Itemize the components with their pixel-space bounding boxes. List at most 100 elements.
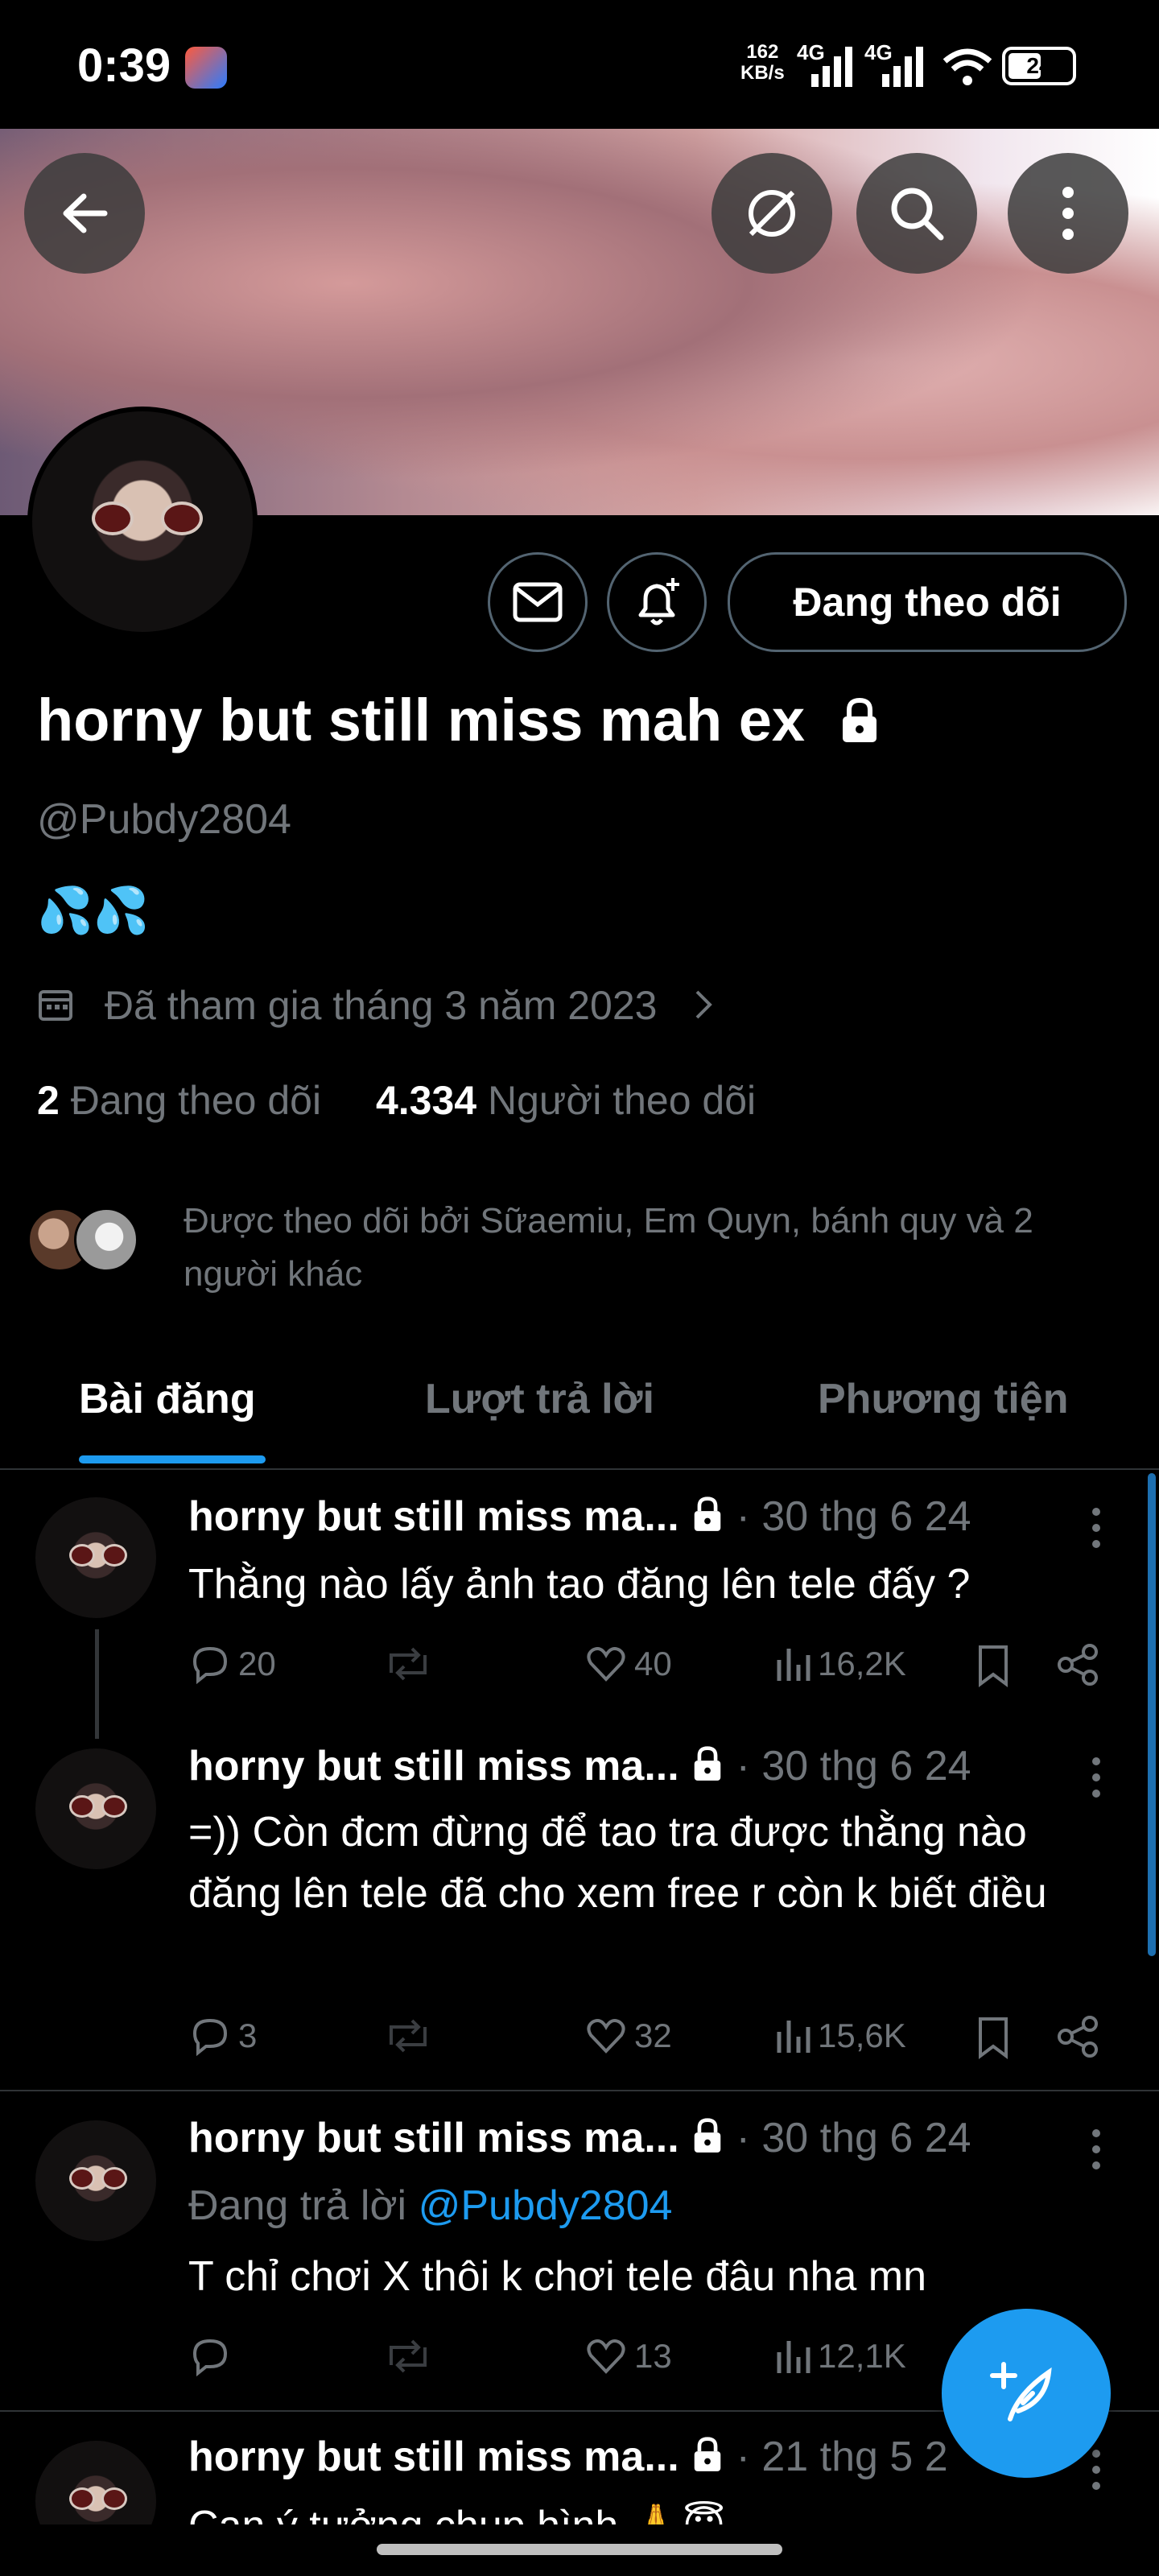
app-notification-icon: [185, 47, 227, 89]
replying-to-mention[interactable]: @Pubdy2804: [419, 2182, 673, 2229]
views-count: 12,1K: [818, 2337, 906, 2375]
network-speed-value: 162: [746, 41, 779, 63]
bell-plus-icon: [638, 578, 679, 625]
home-indicator[interactable]: [377, 2544, 782, 2555]
views-button[interactable]: 15,6K: [774, 2016, 906, 2056]
notification-button[interactable]: [607, 552, 707, 652]
thread-line: [95, 1629, 99, 1739]
follower-avatar-2: [74, 1208, 138, 1272]
like-button[interactable]: 40: [584, 1644, 672, 1684]
like-button[interactable]: 32: [584, 2016, 672, 2056]
post-avatar[interactable]: [35, 1748, 156, 1869]
lock-icon: [694, 1496, 721, 1531]
grok-icon: [749, 190, 795, 237]
chevron-right-icon: [695, 990, 713, 1019]
calendar-icon: [39, 990, 72, 1021]
bookmark-icon[interactable]: [977, 1644, 1009, 1687]
post-more-icon[interactable]: [1088, 1755, 1104, 1800]
tabs-divider: [0, 1468, 1159, 1470]
views-icon: [777, 2341, 810, 2373]
active-tab-indicator: [79, 1455, 266, 1463]
repost-icon: [390, 2019, 427, 2053]
back-button[interactable]: [24, 153, 145, 274]
post-avatar[interactable]: [35, 2441, 156, 2524]
bookmark-icon[interactable]: [977, 2016, 1009, 2059]
scrollbar[interactable]: [1148, 1473, 1156, 1956]
compose-feather-icon: [990, 2362, 1052, 2421]
follow-stats: 2 Đang theo dõi 4.334 Người theo dõi: [37, 1077, 756, 1124]
post-author[interactable]: horny but still miss ma...: [188, 2115, 679, 2161]
post-text: Cạn ý tưởng chụp hình 🙏😇: [188, 2496, 1114, 2524]
following-button[interactable]: Đang theo dõi: [728, 552, 1127, 652]
views-button[interactable]: 12,1K: [774, 2336, 906, 2376]
repost-button: [382, 2016, 435, 2056]
grok-button[interactable]: [711, 153, 832, 274]
post-author[interactable]: horny but still miss ma...: [188, 1743, 679, 1790]
post-header: horny but still miss ma... · 21 thg 5 2: [188, 2433, 948, 2481]
network-speed: 162 KB/s: [740, 42, 785, 84]
reply-button[interactable]: [188, 2336, 238, 2376]
views-icon: [777, 1649, 810, 1681]
following-count: 2: [37, 1078, 60, 1123]
tab-posts[interactable]: Bài đăng: [79, 1375, 256, 1423]
post-more-icon[interactable]: [1088, 1505, 1104, 1550]
post-text: =)) Còn đcm đừng để tao tra được thằng n…: [188, 1809, 1047, 1917]
envelope-icon: [513, 582, 563, 622]
lock-icon: [694, 2118, 721, 2153]
profile-handle: @Pubdy2804: [37, 796, 291, 843]
post-avatar[interactable]: [35, 1497, 156, 1618]
profile-avatar[interactable]: [27, 407, 258, 637]
like-button[interactable]: 13: [584, 2336, 672, 2376]
join-date-text: Đã tham gia tháng 3 năm 2023: [104, 983, 658, 1028]
profile-name-text: horny but still miss mah ex: [37, 687, 806, 753]
following-stat[interactable]: 2 Đang theo dõi: [37, 1078, 321, 1123]
heart-icon: [587, 1647, 625, 1682]
post-more-icon[interactable]: [1088, 2447, 1104, 2492]
tab-media[interactable]: Phương tiện: [818, 1375, 1069, 1423]
search-button[interactable]: [856, 153, 977, 274]
reply-count: 3: [238, 2017, 258, 2054]
reply-icon: [192, 2339, 228, 2376]
post-timestamp: · 21 thg 5 2: [736, 2434, 948, 2480]
reply-icon: [192, 2018, 228, 2056]
tab-replies[interactable]: Lượt trả lời: [425, 1375, 654, 1423]
post-author[interactable]: horny but still miss ma...: [188, 2434, 679, 2480]
share-icon[interactable]: [1056, 1642, 1101, 1687]
views-button[interactable]: 16,2K: [774, 1644, 906, 1684]
post-header: horny but still miss ma... · 30 thg 6 24: [188, 1492, 971, 1541]
following-label: Đang theo dõi: [70, 1078, 322, 1123]
post-timestamp: · 30 thg 6 24: [736, 2115, 971, 2161]
signal-icon: [811, 47, 852, 87]
compose-button[interactable]: [942, 2309, 1111, 2478]
post-author[interactable]: horny but still miss ma...: [188, 1493, 679, 1540]
more-options-button[interactable]: [1008, 153, 1128, 274]
replying-to: Đang trả lời @Pubdy2804: [188, 2182, 672, 2230]
share-icon[interactable]: [1056, 2014, 1101, 2059]
lock-icon: [694, 1746, 721, 1781]
post-more-icon[interactable]: [1088, 2127, 1104, 2172]
reply-button[interactable]: 20: [188, 1644, 276, 1684]
reply-button[interactable]: 3: [188, 2016, 257, 2056]
status-time: 0:39: [77, 39, 171, 92]
network-speed-unit: KB/s: [740, 62, 785, 84]
followed-by-text[interactable]: Được theo dõi bởi Sữaemiu, Em Quyn, bánh…: [184, 1195, 1125, 1301]
join-date-row[interactable]: Đã tham gia tháng 3 năm 2023: [37, 982, 715, 1029]
repost-icon: [390, 2339, 427, 2373]
post-text: Thằng nào lấy ảnh tao đăng lên tele đấy …: [188, 1561, 971, 1608]
signal-icon-2: [882, 47, 923, 87]
post-timestamp: · 30 thg 6 24: [736, 1743, 971, 1790]
profile-name: horny but still miss mah ex: [37, 686, 881, 754]
battery-level: 24: [1026, 53, 1052, 78]
status-bar: 0:39 162 KB/s 4G 4G 24: [0, 0, 1159, 129]
like-count: 32: [634, 2017, 672, 2054]
profile-bio: 💦💦: [37, 885, 150, 935]
lock-icon: [842, 697, 876, 742]
post-header: horny but still miss ma... · 30 thg 6 24: [188, 2114, 971, 2162]
followers-stat[interactable]: 4.334 Người theo dõi: [376, 1078, 756, 1123]
arrow-left-icon: [63, 193, 108, 233]
like-count: 13: [634, 2337, 672, 2375]
message-button[interactable]: [488, 552, 588, 652]
post-avatar[interactable]: [35, 2120, 156, 2241]
heart-icon: [587, 2019, 625, 2054]
post-divider: [0, 2090, 1159, 2091]
